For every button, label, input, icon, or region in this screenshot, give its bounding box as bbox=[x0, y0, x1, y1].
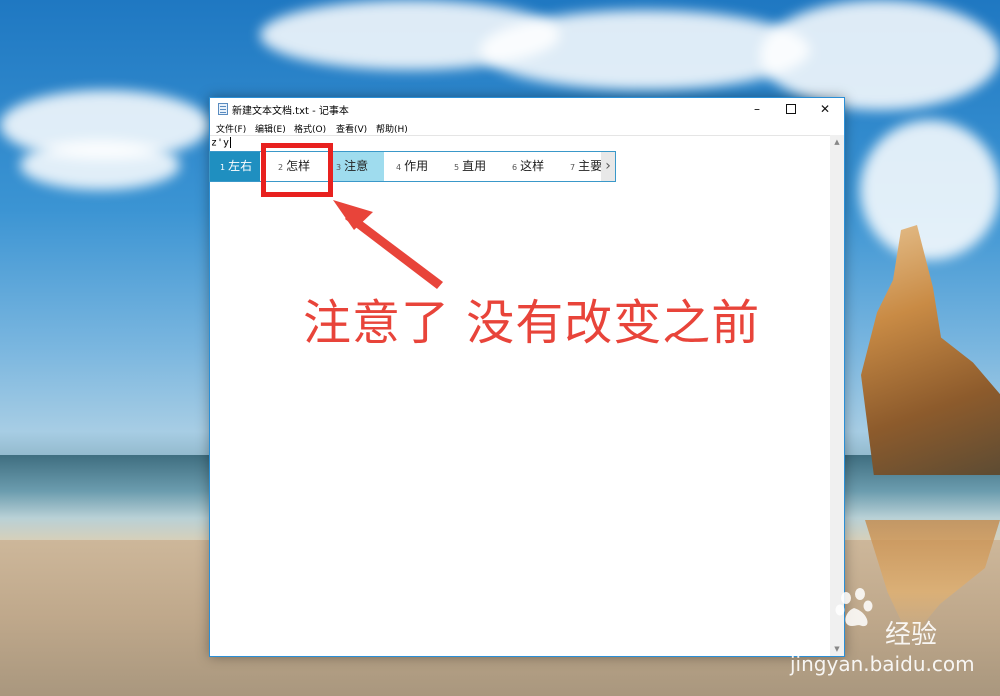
annotation-text: 注意了 没有改变之前 bbox=[303, 295, 761, 351]
watermark-url: jingyan.baidu.com bbox=[790, 652, 975, 676]
baidu-paw-icon bbox=[835, 588, 873, 627]
watermark-suffix: 经验 bbox=[885, 620, 938, 650]
watermark-logo: Bai bbox=[765, 608, 833, 652]
